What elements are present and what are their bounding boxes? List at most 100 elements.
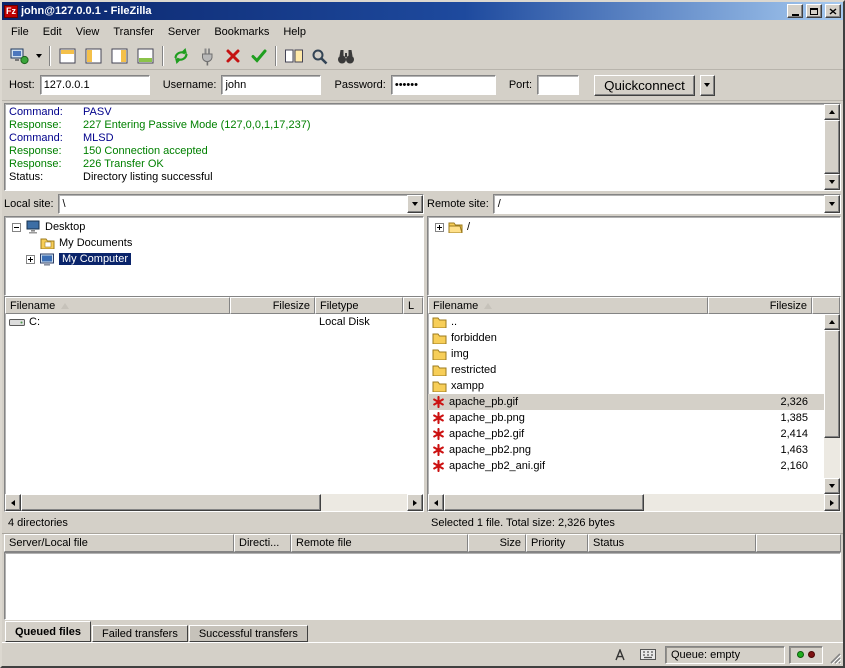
column-header-status[interactable]: Status — [588, 534, 756, 552]
file-row[interactable]: restricted — [428, 362, 824, 378]
site-manager-dropdown-button[interactable] — [32, 45, 45, 68]
scroll-left-button[interactable] — [428, 494, 444, 511]
scroll-down-button[interactable] — [824, 174, 840, 190]
host-label: Host: — [9, 79, 35, 91]
scroll-thumb[interactable] — [824, 120, 840, 174]
menu-transfer[interactable]: Transfer — [106, 22, 161, 42]
plug-icon — [197, 46, 217, 66]
remote-site-label: Remote site: — [427, 198, 489, 210]
scroll-thumb[interactable] — [824, 330, 840, 438]
tree-item-my-computer[interactable]: My Computer — [26, 251, 422, 267]
quickconnect-button[interactable]: Quickconnect — [594, 75, 695, 96]
toggle-queue-button[interactable] — [133, 45, 158, 68]
toggle-log-button[interactable] — [55, 45, 80, 68]
scroll-up-button[interactable] — [824, 104, 840, 120]
quickconnect-dropdown-button[interactable] — [700, 75, 715, 96]
combo-dropdown-button[interactable] — [824, 195, 840, 213]
menu-view[interactable]: View — [69, 22, 107, 42]
file-row[interactable]: apache_pb2.gif 2,414 — [428, 426, 824, 442]
host-input[interactable] — [40, 75, 150, 95]
file-row[interactable]: forbidden — [428, 330, 824, 346]
scroll-right-button[interactable] — [407, 494, 423, 511]
comparison-button[interactable] — [281, 45, 306, 68]
scroll-left-button[interactable] — [5, 494, 21, 511]
tree-item-root[interactable]: / — [435, 219, 839, 235]
filename-label: apache_pb2_ani.gif — [449, 460, 545, 472]
tab-queued-files[interactable]: Queued files — [5, 621, 91, 642]
toggle-local-tree-icon — [85, 48, 102, 64]
remote-list-hscrollbar[interactable] — [428, 494, 840, 511]
column-header-filetype[interactable]: Filetype — [315, 297, 403, 314]
titlebar[interactable]: Fz john@127.0.0.1 - FileZilla — [2, 2, 843, 20]
minimize-button[interactable] — [787, 4, 803, 18]
find-button[interactable] — [307, 45, 332, 68]
queue-list[interactable] — [4, 552, 841, 620]
tab-successful-transfers[interactable]: Successful transfers — [189, 625, 308, 642]
password-input[interactable] — [391, 75, 496, 95]
tree-item-desktop[interactable]: Desktop — [12, 219, 422, 235]
scroll-down-button[interactable] — [824, 478, 840, 494]
column-header-direction[interactable]: Directi... — [234, 534, 291, 552]
menu-edit[interactable]: Edit — [36, 22, 69, 42]
site-manager-button[interactable] — [6, 45, 31, 68]
dropdown-arrow-icon — [829, 202, 835, 206]
scroll-thumb[interactable] — [444, 494, 644, 511]
column-header-size[interactable]: Size — [468, 534, 526, 552]
local-site-combo[interactable]: \ — [58, 194, 424, 214]
tree-panes: Desktop My Documents My Computer / — [2, 216, 843, 296]
tree-item-my-documents[interactable]: My Documents — [40, 235, 422, 251]
local-list-hscrollbar[interactable] — [5, 494, 423, 511]
scroll-thumb[interactable] — [21, 494, 321, 511]
filter-button[interactable] — [246, 45, 271, 68]
toggle-remote-tree-button[interactable] — [107, 45, 132, 68]
plus-expander-icon[interactable] — [26, 255, 35, 264]
maximize-button[interactable] — [806, 4, 822, 18]
combo-dropdown-button[interactable] — [407, 195, 423, 213]
arrow-up-icon — [829, 110, 835, 114]
file-row[interactable]: apache_pb.png 1,385 — [428, 410, 824, 426]
sort-ascending-icon — [484, 303, 492, 309]
file-row[interactable]: C: Local Disk — [5, 314, 423, 330]
menu-server[interactable]: Server — [161, 22, 207, 42]
image-file-icon — [432, 396, 445, 408]
column-header-remote-file[interactable]: Remote file — [291, 534, 468, 552]
tab-failed-transfers[interactable]: Failed transfers — [92, 625, 188, 642]
compare-directories-button[interactable] — [333, 45, 358, 68]
remote-site-combo[interactable]: / — [493, 194, 841, 214]
file-row[interactable]: xampp — [428, 378, 824, 394]
column-header-filename[interactable]: Filename — [428, 297, 708, 314]
log-line: Command:PASV — [9, 106, 820, 119]
binoculars-icon — [336, 47, 356, 65]
log-scrollbar[interactable] — [824, 104, 840, 190]
column-header-filesize[interactable]: Filesize — [230, 297, 315, 314]
scroll-right-button[interactable] — [824, 494, 840, 511]
column-header-priority[interactable]: Priority — [526, 534, 588, 552]
file-row-selected[interactable]: apache_pb.gif 2,326 — [428, 394, 824, 410]
toggle-local-tree-button[interactable] — [81, 45, 106, 68]
menu-help[interactable]: Help — [276, 22, 313, 42]
refresh-button[interactable] — [168, 45, 193, 68]
disconnect-button[interactable] — [194, 45, 219, 68]
menu-bookmarks[interactable]: Bookmarks — [207, 22, 276, 42]
resize-grip[interactable] — [827, 646, 841, 664]
file-row[interactable]: apache_pb2_ani.gif 2,160 — [428, 458, 824, 474]
plus-expander-icon[interactable] — [435, 223, 444, 232]
transfer-type-indicator[interactable] — [609, 646, 631, 664]
port-input[interactable] — [537, 75, 579, 95]
file-row[interactable]: img — [428, 346, 824, 362]
menu-file[interactable]: File — [4, 22, 36, 42]
keypad-indicator[interactable] — [635, 646, 661, 664]
close-button[interactable] — [825, 4, 841, 18]
column-header-filesize[interactable]: Filesize — [708, 297, 812, 314]
scroll-up-button[interactable] — [824, 314, 840, 330]
column-header-server-local-file[interactable]: Server/Local file — [4, 534, 234, 552]
column-header-lastmodified[interactable]: L — [403, 297, 423, 314]
remote-list-vscrollbar[interactable] — [824, 314, 840, 494]
file-row[interactable]: .. — [428, 314, 824, 330]
file-row[interactable]: apache_pb2.png 1,463 — [428, 442, 824, 458]
minus-expander-icon[interactable] — [12, 223, 21, 232]
username-input[interactable] — [221, 75, 321, 95]
column-header-filename[interactable]: Filename — [5, 297, 230, 314]
computer-icon — [39, 253, 55, 266]
cancel-button[interactable] — [220, 45, 245, 68]
